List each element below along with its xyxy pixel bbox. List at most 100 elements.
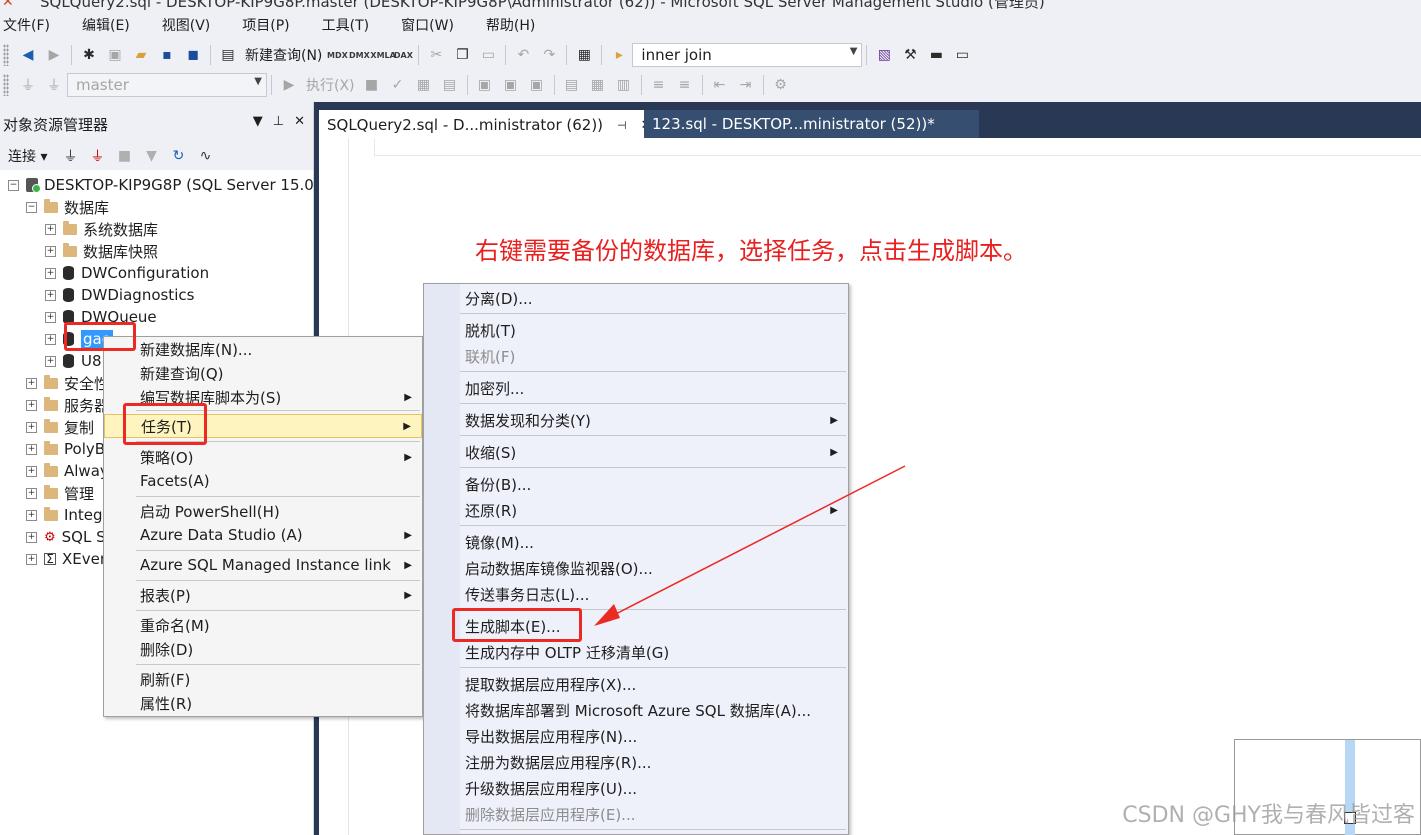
include-plan-icon[interactable]: ▣ [526,74,548,96]
editor-current-line[interactable] [374,138,1421,156]
specify-values-icon[interactable]: ⚙ [770,74,792,96]
results-file-icon[interactable]: ▤ [439,74,461,96]
tab-123-sql[interactable]: 123.sql - DESKTOP...ministrator (52))* [644,110,979,138]
refresh-icon[interactable]: ↻ [167,148,189,164]
menu-new-query[interactable]: 新建查询(Q) [104,361,422,385]
menu-start-powershell[interactable]: 启动 PowerShell(H) [104,499,422,523]
collapse-icon[interactable]: − [26,201,37,213]
find-icon[interactable]: ▸ [608,44,630,66]
menu-ship-transaction-logs[interactable]: 传送事务日志(L)... [424,582,848,606]
back-icon[interactable]: ◀ [17,44,39,66]
query-options-icon[interactable]: ▣ [500,74,522,96]
expand-icon[interactable]: + [26,377,37,389]
paste-icon[interactable]: ▭ [477,44,499,66]
activity-icon[interactable]: ∿ [194,148,216,164]
terminal-icon[interactable]: ▭ [951,44,973,66]
tree-node-management[interactable]: + 管理 [26,482,94,504]
menu-policies[interactable]: 策略(O) ▶ [104,445,422,469]
activity-monitor-icon[interactable]: ▦ [573,44,595,66]
expand-icon[interactable]: + [26,487,37,499]
tree-node-system-databases[interactable]: + 系统数据库 [45,218,158,240]
results-to-file-icon[interactable]: ▥ [613,74,635,96]
save-all-icon[interactable]: ◼ [182,44,204,66]
tree-node-databases[interactable]: − 数据库 [26,196,109,218]
new-item-icon[interactable]: ✱ [78,44,100,66]
expand-icon[interactable]: + [45,311,56,323]
tree-node-u8[interactable]: + U8 [45,350,102,372]
menu-encrypt-columns[interactable]: 加密列... [424,376,848,400]
close-icon[interactable]: ✕ [294,114,305,129]
stop-icon[interactable]: ■ [361,74,383,96]
menu-help[interactable]: 帮助(H) [482,15,539,35]
visual-studio-icon[interactable]: ▧ [873,44,895,66]
comment-icon[interactable]: ≡ [648,74,670,96]
parse-icon[interactable]: ✓ [387,74,409,96]
save-icon[interactable]: ▪ [156,44,178,66]
menu-properties[interactable]: 属性(R) [104,691,422,715]
menu-take-offline[interactable]: 脱机(T) [424,318,848,342]
expand-icon[interactable]: + [45,267,56,279]
menu-backup[interactable]: 备份(B)... [424,472,848,496]
decrease-indent-icon[interactable]: ⇤ [709,74,731,96]
menu-new-database[interactable]: 新建数据库(N)... [104,337,422,361]
menu-refresh[interactable]: 刷新(F) [104,667,422,691]
menu-upgrade-data-tier[interactable]: 升级数据层应用程序(U)... [424,776,848,800]
expand-icon[interactable]: + [45,223,56,235]
redo-icon[interactable]: ↷ [538,44,560,66]
execute-button[interactable]: 执行(X) [306,75,355,95]
tree-node-integration[interactable]: + Integr [26,504,109,526]
copy-icon[interactable]: ❐ [451,44,473,66]
toolbox-icon[interactable]: ▬ [925,44,947,66]
tree-node-dwdiagnostics[interactable]: + DWDiagnostics [45,284,194,306]
menu-reports[interactable]: 报表(P) ▶ [104,583,422,607]
new-query-button[interactable]: 新建查询(N) [245,45,322,65]
expand-icon[interactable]: + [45,245,56,257]
tree-node-snapshots[interactable]: + 数据库快照 [45,240,158,262]
menu-delete[interactable]: 删除(D) [104,637,422,661]
connect-plug-icon[interactable]: ⏚ [59,146,81,166]
tree-node-sql-agent[interactable]: + ⚙ SQL S [26,526,106,548]
menu-facets[interactable]: Facets(A) [104,469,422,493]
search-combo[interactable]: inner join ▼ [632,43,863,67]
menu-rename[interactable]: 重命名(M) [104,613,422,637]
execute-icon[interactable]: ▶ [278,74,300,96]
toolbar-grip[interactable] [3,74,9,96]
menu-restore[interactable]: 还原(R) ▶ [424,498,848,522]
menu-deploy-azure[interactable]: 将数据库部署到 Microsoft Azure SQL 数据库(A)... [424,698,848,722]
dropdown-icon[interactable]: ▼ [253,114,263,129]
expand-icon[interactable]: + [26,531,37,543]
disconnect-icon[interactable]: ⏚ [43,74,65,96]
results-to-grid-icon[interactable]: ▦ [587,74,609,96]
tree-node-security[interactable]: + 安全性 [26,372,109,394]
cut-icon[interactable]: ✂ [425,44,447,66]
menu-register-data-tier[interactable]: 注册为数据层应用程序(R)... [424,750,848,774]
results-to-text-icon[interactable]: ▤ [561,74,583,96]
menu-file[interactable]: 文件(F) [0,15,54,35]
xmla-query-icon[interactable]: XMLA [370,51,395,60]
disconnect-plug-icon[interactable]: ⏚ [86,146,108,166]
undo-icon[interactable]: ↶ [512,44,534,66]
expand-icon[interactable]: + [26,443,37,455]
tab-sqlquery2[interactable]: SQLQuery2.sql - D...ministrator (62)) ⊣ … [319,110,652,138]
menu-export-data-tier[interactable]: 导出数据层应用程序(N)... [424,724,848,748]
dmx-query-icon[interactable]: DMX [348,51,370,60]
toolbar-grip[interactable] [3,44,9,66]
database-combo[interactable]: master ▼ [67,73,267,97]
expand-icon[interactable]: + [26,421,37,433]
expand-icon[interactable]: + [26,399,37,411]
menu-window[interactable]: 窗口(W) [397,15,458,35]
menu-tools[interactable]: 工具(T) [318,15,373,35]
mdx-query-icon[interactable]: MDX [326,51,348,60]
menu-azure-mi-link[interactable]: Azure SQL Managed Instance link ▶ [104,553,422,577]
add-item-icon[interactable]: ▣ [104,44,126,66]
wrench-icon[interactable]: ⚒ [899,44,921,66]
menu-mirror-monitor[interactable]: 启动数据库镜像监视器(O)... [424,556,848,580]
forward-icon[interactable]: ▶ [43,44,65,66]
open-folder-icon[interactable]: ▰ [130,44,152,66]
menu-mirror[interactable]: 镜像(M)... [424,530,848,554]
new-query-icon[interactable]: ▤ [217,44,239,66]
tree-node-server-objects[interactable]: + 服务器 [26,394,109,416]
tree-node-dwconfiguration[interactable]: + DWConfiguration [45,262,209,284]
chevron-down-icon[interactable]: ▼ [254,76,262,87]
tree-node-always-on[interactable]: + Alway [26,460,109,482]
